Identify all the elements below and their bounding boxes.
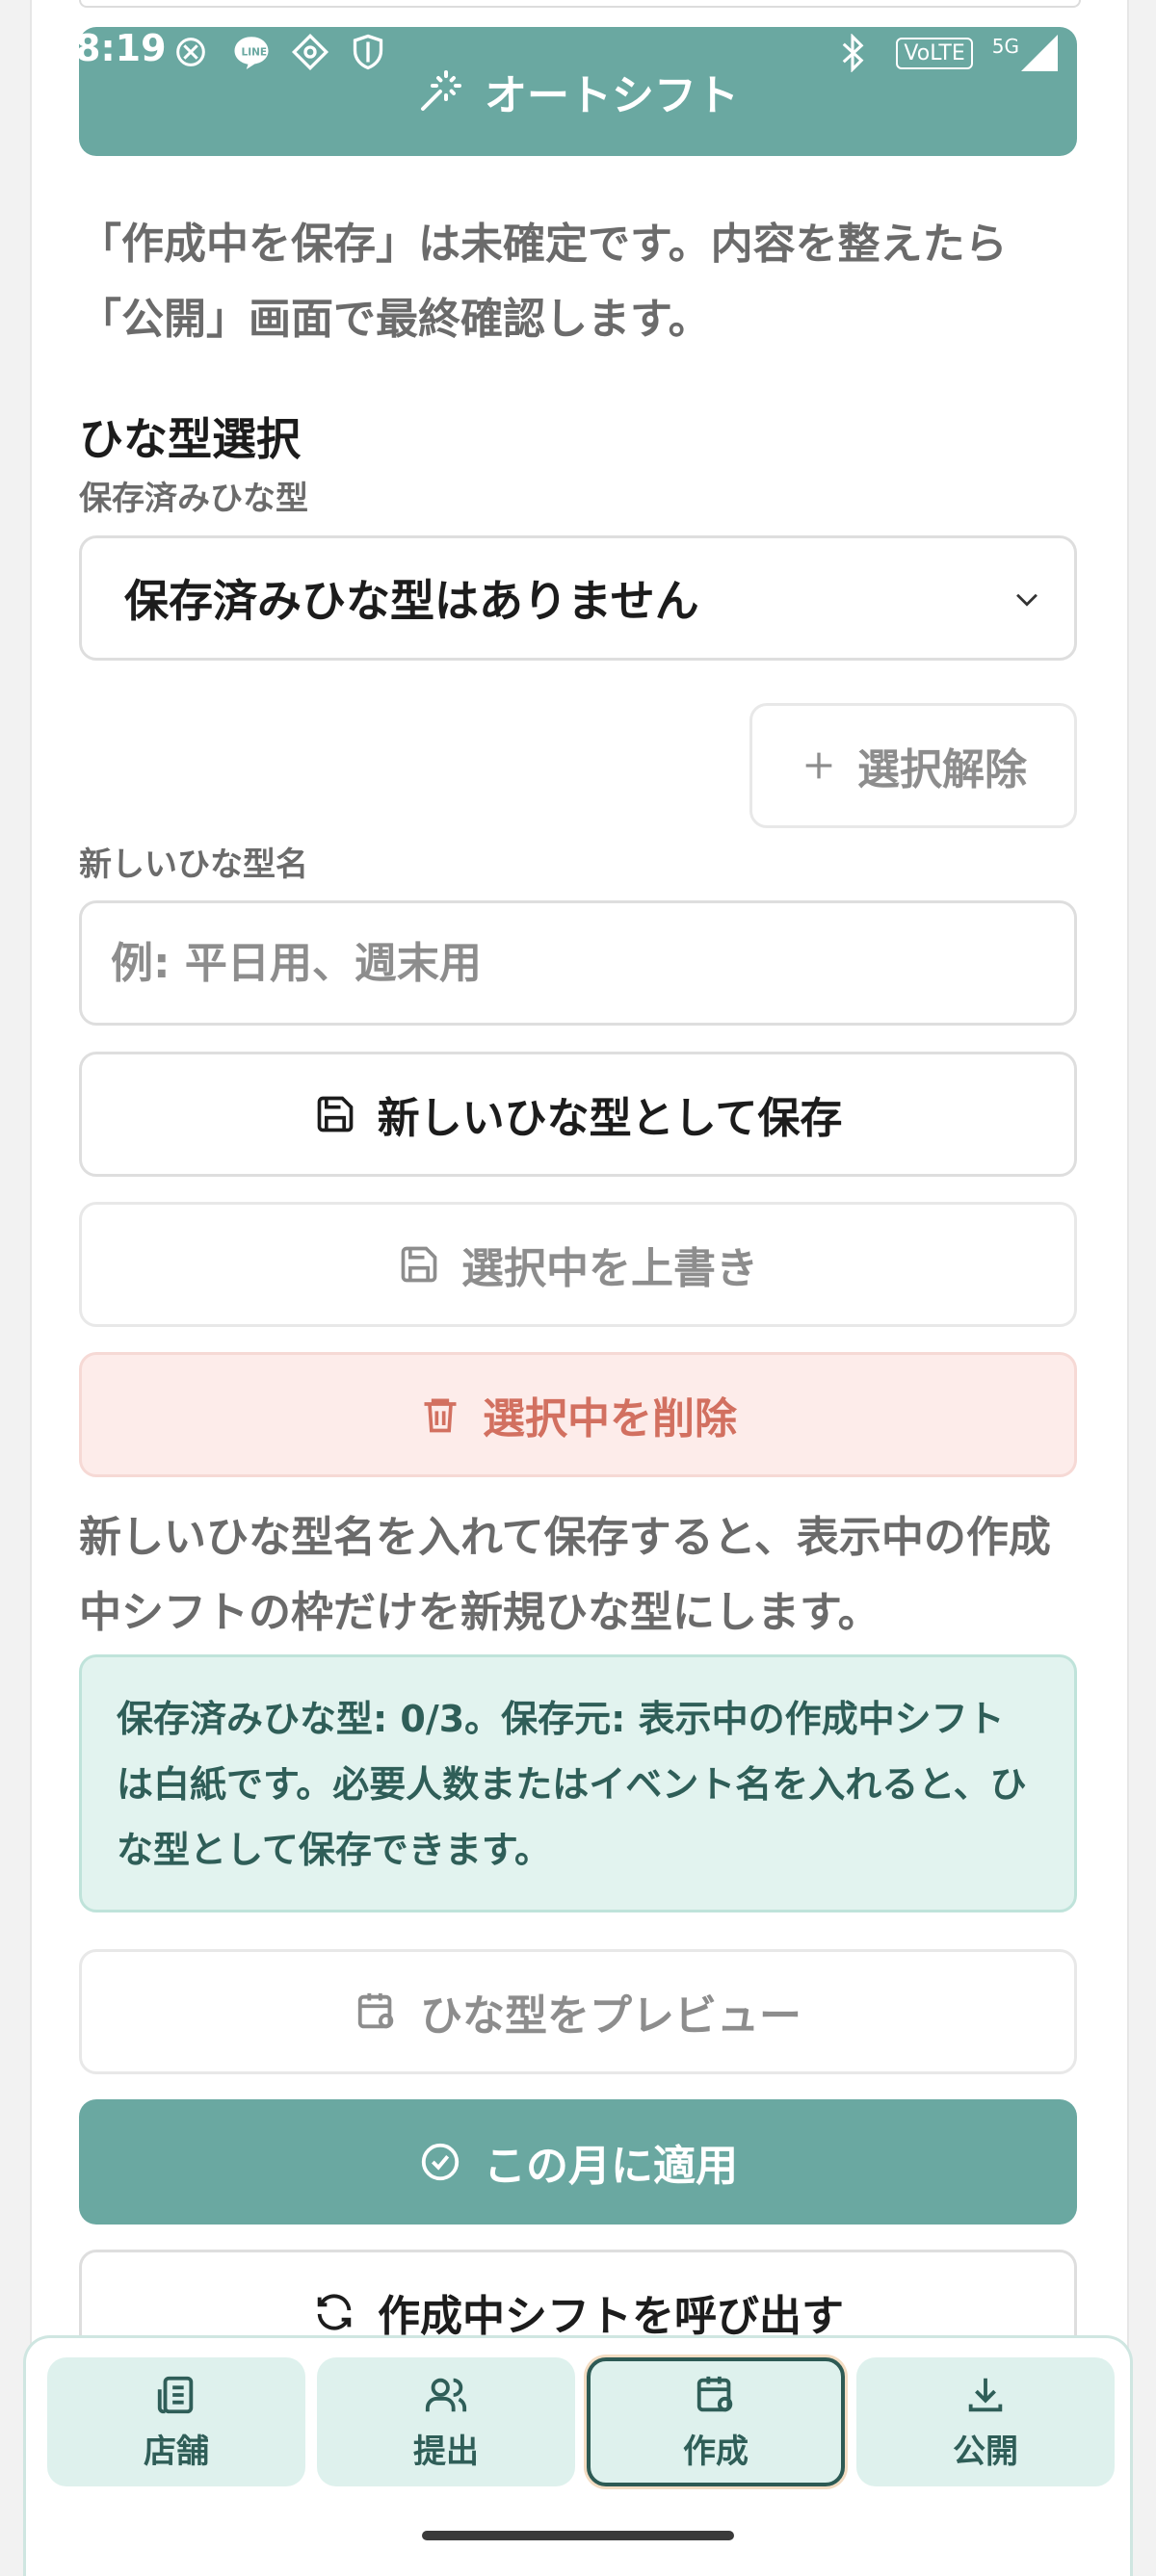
home-indicator[interactable]: [422, 2531, 734, 2540]
download-icon: [963, 2373, 1008, 2417]
status-bar: 8:19 LINE VoLTE 5G: [0, 21, 1156, 83]
apply-to-month-label: この月に適用: [484, 2142, 738, 2191]
overwrite-selected-button[interactable]: 選択中を上書き: [79, 1202, 1077, 1327]
nav-item-submit[interactable]: 提出: [317, 2357, 575, 2486]
save-new-template-button[interactable]: 新しいひな型として保存: [79, 1052, 1077, 1177]
delete-selected-label: 選択中を削除: [483, 1394, 737, 1444]
save-icon: [314, 1093, 356, 1135]
signal-icon: [1021, 35, 1058, 71]
intro-text: 「作成中を保存」は未確定です。内容を整えたら「公開」画面で最終確認します。: [79, 220, 1008, 344]
openai-icon: [171, 33, 210, 71]
svg-text:LINE: LINE: [242, 47, 268, 59]
5g-icon: 5G: [991, 35, 1019, 58]
shield-icon: [351, 33, 389, 71]
template-info-box: 保存済みひな型: 0/3。保存元: 表示中の作成中シフトは白紙です。必要人数また…: [79, 1654, 1077, 1912]
saved-template-select[interactable]: 保存済みひな型はありません: [79, 535, 1077, 661]
save-icon: [398, 1243, 440, 1286]
nav-item-publish[interactable]: 公開: [856, 2357, 1115, 2486]
line-icon: LINE: [231, 33, 270, 71]
app-icon: [291, 33, 329, 71]
new-template-name-label: 新しいひな型名: [79, 846, 308, 884]
select-value: 保存済みひな型はありません: [124, 575, 699, 627]
status-time: 8:19: [75, 27, 167, 69]
save-new-template-label: 新しいひな型として保存: [377, 1094, 843, 1143]
new-template-name-input[interactable]: [79, 900, 1077, 1026]
refresh-icon: [312, 2290, 356, 2334]
trash-icon: [419, 1393, 461, 1436]
save-help-text: 新しいひな型名を入れて保存すると、表示中の作成中シフトの枠だけを新規ひな型にしま…: [79, 1513, 1051, 1637]
chevron-down-icon: [1011, 583, 1043, 615]
deselect-label: 選択解除: [857, 745, 1027, 794]
nav-item-store[interactable]: 店舗: [47, 2357, 305, 2486]
calendar-settings-icon: [694, 2373, 738, 2417]
nav-label-create: 作成: [683, 2432, 749, 2471]
template-section-title: ひな型選択: [79, 413, 301, 465]
preview-template-label: ひな型をプレビュー: [420, 1991, 801, 2041]
volte-badge: VoLTE: [896, 37, 973, 69]
store-icon: [154, 2373, 198, 2417]
saved-templates-label: 保存済みひな型: [79, 480, 308, 518]
battery-icon: [1077, 33, 1100, 73]
nav-item-create[interactable]: 作成: [587, 2357, 845, 2486]
overwrite-selected-label: 選択中を上書き: [461, 1244, 758, 1293]
preview-template-button[interactable]: ひな型をプレビュー: [79, 1949, 1077, 2074]
check-circle-icon: [418, 2140, 462, 2184]
recall-draft-label: 作成中シフトを呼び出す: [378, 2292, 844, 2341]
previous-card-edge: [79, 0, 1081, 8]
nav-label-submit: 提出: [413, 2432, 479, 2471]
plus-icon: [800, 746, 838, 785]
bluetooth-icon: [838, 34, 877, 72]
users-icon: [424, 2373, 468, 2417]
delete-selected-button[interactable]: 選択中を削除: [79, 1352, 1077, 1477]
apply-to-month-button[interactable]: この月に適用: [79, 2099, 1077, 2225]
deselect-button[interactable]: 選択解除: [749, 703, 1077, 828]
calendar-settings-icon: [355, 1990, 399, 2034]
nav-label-store: 店舗: [144, 2432, 209, 2471]
nav-label-publish: 公開: [953, 2432, 1018, 2471]
